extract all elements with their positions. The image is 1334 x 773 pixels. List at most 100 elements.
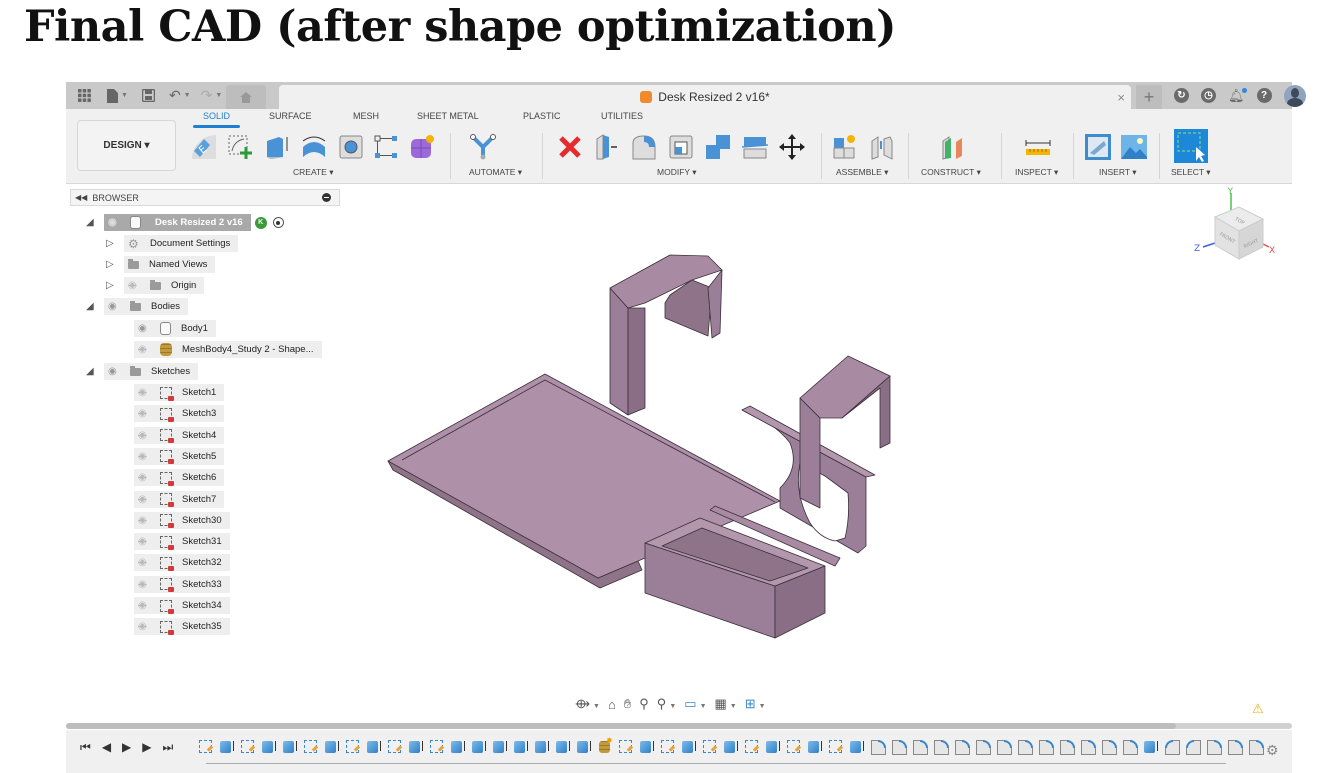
timeline-sketch-feature-icon[interactable]	[344, 738, 362, 756]
modify-menu[interactable]: MODIFY ▾	[657, 167, 697, 178]
timeline-fillet-feature-icon[interactable]	[1205, 738, 1223, 756]
display-settings-icon[interactable]: ▭ ▼	[684, 696, 706, 712]
timeline-extrude-feature-icon[interactable]	[638, 738, 656, 756]
timeline-sketch-feature-icon[interactable]	[617, 738, 635, 756]
joint-icon[interactable]	[868, 133, 896, 161]
automate-icon[interactable]	[469, 133, 497, 161]
create-menu[interactable]: CREATE ▾	[293, 167, 333, 178]
warning-icon[interactable]: ⚠	[1252, 701, 1264, 717]
close-tab-icon[interactable]: ×	[1117, 90, 1125, 105]
timeline-sketch-feature-icon[interactable]	[302, 738, 320, 756]
timeline-sketch-feature-icon[interactable]	[386, 738, 404, 756]
timeline-sketch-feature-icon[interactable]	[197, 738, 215, 756]
fillet-icon[interactable]	[630, 133, 658, 161]
split-body-icon[interactable]	[741, 133, 769, 161]
fit-icon[interactable]: ⚲ ▼	[657, 696, 676, 712]
hidden-eye-icon[interactable]: ◉	[138, 472, 152, 483]
timeline-extrude-feature-icon[interactable]	[512, 738, 530, 756]
timeline-extrude-feature-icon[interactable]	[533, 738, 551, 756]
insert-menu[interactable]: INSERT ▾	[1099, 167, 1137, 178]
extensions-icon[interactable]: ↻	[1174, 88, 1189, 103]
timeline-extrude-feature-icon[interactable]	[806, 738, 824, 756]
timeline-chamfer-feature-icon[interactable]	[1184, 738, 1202, 756]
delete-icon[interactable]	[556, 133, 584, 161]
browser-item-sketch[interactable]: ◉ Sketch6	[134, 469, 225, 487]
timeline-extrude-feature-icon[interactable]	[848, 738, 866, 756]
timeline-sketch-feature-icon[interactable]	[827, 738, 845, 756]
browser-item-bodies[interactable]: ◢ ◉ Bodies	[86, 298, 189, 315]
new-tab-plus-icon[interactable]: +	[1136, 85, 1162, 109]
workspace-switcher[interactable]: DESIGN ▾	[77, 120, 176, 171]
timeline-sketch-feature-icon[interactable]	[743, 738, 761, 756]
timeline-fillet-feature-icon[interactable]	[932, 738, 950, 756]
timeline-fillet-feature-icon[interactable]	[911, 738, 929, 756]
hole-icon[interactable]	[337, 133, 365, 161]
browser-item-sketch[interactable]: ◉ Sketch33	[134, 575, 230, 593]
expand-triangle-icon[interactable]: ◢	[86, 301, 96, 312]
hidden-eye-icon[interactable]: ◉	[128, 280, 142, 291]
orbit-icon[interactable]: ⟴ ▼	[575, 696, 600, 712]
measure-icon[interactable]	[1024, 133, 1052, 161]
tab-plastic[interactable]: PLASTIC	[523, 111, 561, 121]
timeline-sketch-feature-icon[interactable]	[785, 738, 803, 756]
timeline-chamfer-feature-icon[interactable]	[1163, 738, 1181, 756]
file-menu-button[interactable]: ▼	[107, 88, 128, 103]
expand-triangle-icon[interactable]: ▷	[106, 259, 116, 270]
timeline-scroll-thumb[interactable]	[66, 723, 1176, 729]
browser-item-sketch[interactable]: ◉ Sketch32	[134, 554, 230, 572]
create-form-icon[interactable]	[408, 133, 436, 161]
timeline-extrude-feature-icon[interactable]	[407, 738, 425, 756]
timeline-sketch-feature-icon[interactable]	[428, 738, 446, 756]
go-to-start-button[interactable]: ⏮︎	[80, 740, 91, 755]
browser-item-origin[interactable]: ▷ ◉ Origin	[106, 277, 205, 294]
timeline-fillet-feature-icon[interactable]	[1247, 738, 1265, 756]
create-sketch-plus-icon[interactable]	[226, 133, 254, 161]
create-sketch-icon[interactable]: E	[190, 133, 218, 161]
hidden-eye-icon[interactable]: ◉	[138, 621, 152, 632]
timeline-sketch-feature-icon[interactable]	[701, 738, 719, 756]
timeline-extrude-feature-icon[interactable]	[680, 738, 698, 756]
hidden-eye-icon[interactable]: ◉	[138, 600, 152, 611]
user-avatar[interactable]	[1283, 84, 1306, 107]
browser-item-sketch[interactable]: ◉ Sketch1	[134, 384, 225, 401]
browser-item-meshbody4-study-2-shape[interactable]: ◉ MeshBody4_Study 2 - Shape...	[134, 341, 322, 358]
apps-grid-icon[interactable]	[78, 89, 91, 102]
browser-item-named-views[interactable]: ▷ Named Views	[106, 256, 216, 273]
timeline-fillet-feature-icon[interactable]	[1016, 738, 1034, 756]
browser-item-document-settings[interactable]: ▷ ⚙ Document Settings	[106, 235, 239, 252]
hidden-eye-icon[interactable]: ◉	[138, 430, 152, 441]
go-to-end-button[interactable]: ⏭︎	[163, 740, 174, 755]
press-pull-icon[interactable]	[593, 133, 621, 161]
save-icon[interactable]	[141, 89, 155, 102]
browser-item-sketches[interactable]: ◢ ◉ Sketches	[86, 363, 199, 380]
timeline-sketch-feature-icon[interactable]	[239, 738, 257, 756]
pan-icon[interactable]: ✋︎	[624, 696, 631, 712]
minimize-browser-icon[interactable]	[322, 193, 331, 202]
insert-decal-icon[interactable]	[1084, 133, 1112, 161]
timeline-extrude-feature-icon[interactable]	[323, 738, 341, 756]
timeline-fillet-feature-icon[interactable]	[974, 738, 992, 756]
construct-menu[interactable]: CONSTRUCT ▾	[921, 167, 981, 178]
job-status-icon[interactable]: ◷	[1201, 88, 1216, 103]
timeline-extrude-feature-icon[interactable]	[1142, 738, 1160, 756]
browser-item-body1[interactable]: ◉ Body1	[134, 320, 216, 337]
timeline-scrollbar[interactable]	[66, 723, 1292, 729]
timeline-fillet-feature-icon[interactable]	[890, 738, 908, 756]
select-icon[interactable]	[1174, 129, 1208, 163]
expand-triangle-icon[interactable]: ▷	[106, 280, 116, 291]
timeline-extrude-feature-icon[interactable]	[575, 738, 593, 756]
hidden-eye-icon[interactable]: ◉	[138, 387, 152, 398]
hidden-eye-icon[interactable]: ◉	[138, 579, 152, 590]
tab-sheet-metal[interactable]: SHEET METAL	[417, 111, 479, 121]
shell-icon[interactable]	[667, 133, 695, 161]
viewports-icon[interactable]: ⊞ ▼	[745, 696, 766, 712]
timeline-extrude-feature-icon[interactable]	[470, 738, 488, 756]
timeline-extrude-feature-icon[interactable]	[281, 738, 299, 756]
hidden-eye-icon[interactable]: ◉	[138, 515, 152, 526]
browser-item-sketch[interactable]: ◉ Sketch7	[134, 490, 225, 508]
timeline-extrude-feature-icon[interactable]	[449, 738, 467, 756]
browser-item-sketch[interactable]: ◉ Sketch4	[134, 426, 225, 444]
combine-icon[interactable]	[704, 133, 732, 161]
extrude-icon[interactable]	[263, 133, 291, 161]
tab-utilities[interactable]: UTILITIES	[601, 111, 643, 121]
